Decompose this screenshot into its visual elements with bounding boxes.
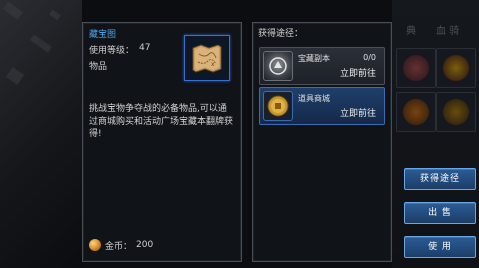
source-item-item-mall[interactable]: 道具商城 立即前往: [259, 87, 385, 125]
item-detail-panel: 藏宝图 使用等级： 47 物品 x 挑战宝物争夺战的必备物品,可以通过商城购买和…: [82, 22, 242, 262]
background-tab-label: 血 骑: [436, 26, 460, 37]
price-label: 金币：: [105, 241, 133, 252]
item-icon: [403, 99, 429, 125]
item-name: 藏宝图: [89, 30, 117, 40]
item-icon: [443, 99, 469, 125]
source-name: 道具商城: [298, 94, 330, 103]
source-item-treasure-dungeon[interactable]: 宝藏副本 0/0 立即前往: [259, 47, 385, 85]
treasure-map-icon: x: [192, 44, 222, 73]
obtain-methods-button[interactable]: 获得途径: [404, 168, 476, 190]
source-name: 宝藏副本: [298, 54, 330, 63]
price-row: 金币： 200: [89, 237, 153, 253]
go-now-link[interactable]: 立即前往: [340, 66, 376, 79]
sell-button[interactable]: 出 售: [404, 202, 476, 224]
coin-icon: [443, 55, 469, 81]
gold-coin-icon: [89, 239, 101, 251]
level-value: 47: [139, 43, 151, 53]
dungeon-emblem-icon: [263, 51, 293, 81]
background-tab-label: 典: [406, 26, 416, 37]
use-button[interactable]: 使 用: [404, 236, 476, 258]
background-inventory: 典 血 骑: [392, 0, 479, 268]
item-icon-frame: x: [184, 35, 230, 81]
background-art-left: [0, 0, 82, 268]
svg-text:x: x: [211, 61, 215, 68]
go-now-link[interactable]: 立即前往: [340, 106, 376, 119]
item-type: 物品: [89, 62, 108, 72]
mall-coin-icon: [263, 91, 293, 121]
obtain-sources-panel: 获得途径： 宝藏副本 0/0 立即前往 道具商城 立即前往: [252, 22, 392, 262]
gift-box-icon: [403, 55, 429, 81]
price-value: 200: [136, 240, 154, 250]
level-label: 使用等级：: [89, 46, 135, 56]
source-count: 0/0: [363, 53, 376, 62]
item-description: 挑战宝物争夺战的必备物品,可以通过商城购买和活动广场宝藏本翻牌获得!: [89, 104, 234, 139]
sources-title: 获得途径：: [258, 29, 304, 39]
